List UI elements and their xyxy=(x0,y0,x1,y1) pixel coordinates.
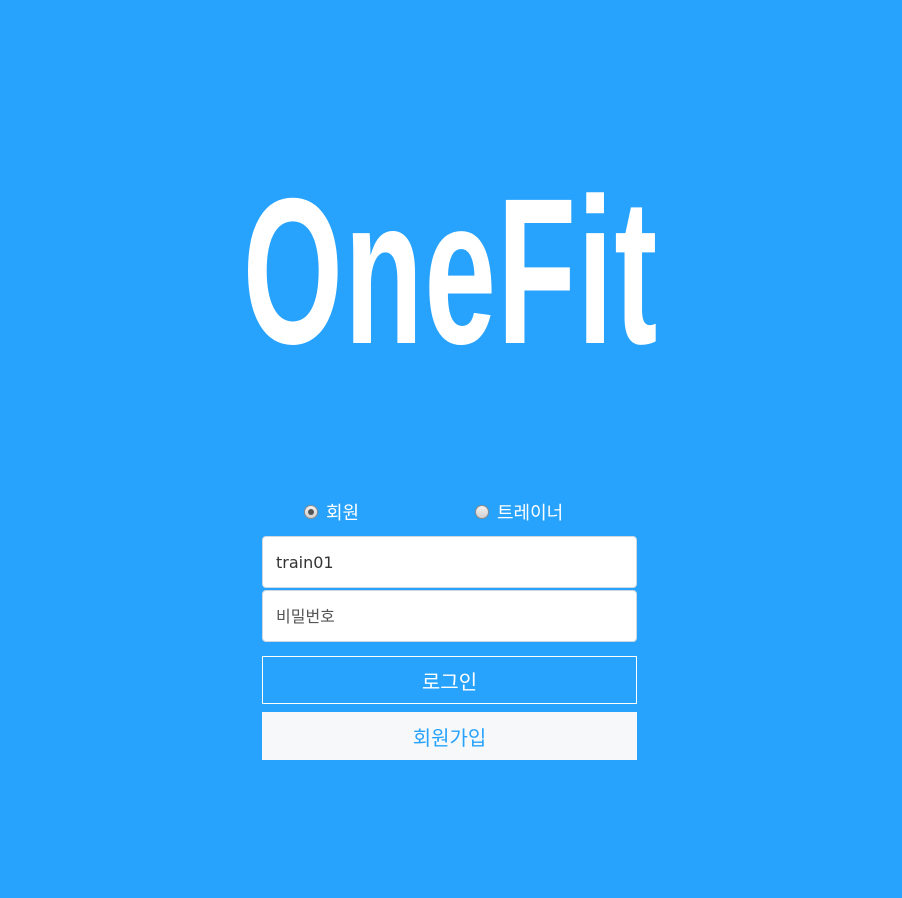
trainer-label: 트레이너 xyxy=(497,503,564,524)
app-logo: OneFit xyxy=(242,156,659,388)
id-input[interactable] xyxy=(262,536,637,588)
signup-button[interactable]: 회원가입 xyxy=(262,712,637,760)
trainer-radio[interactable] xyxy=(475,505,489,519)
role-option-member[interactable]: 회원 xyxy=(304,498,359,526)
member-label: 회원 xyxy=(326,503,360,524)
login-button[interactable]: 로그인 xyxy=(262,656,637,704)
password-input[interactable] xyxy=(262,590,637,642)
role-selector: 회원 트레이너 xyxy=(0,498,902,526)
role-option-trainer[interactable]: 트레이너 xyxy=(475,498,563,526)
member-radio[interactable] xyxy=(304,505,318,519)
radio-selected-dot xyxy=(308,509,314,515)
